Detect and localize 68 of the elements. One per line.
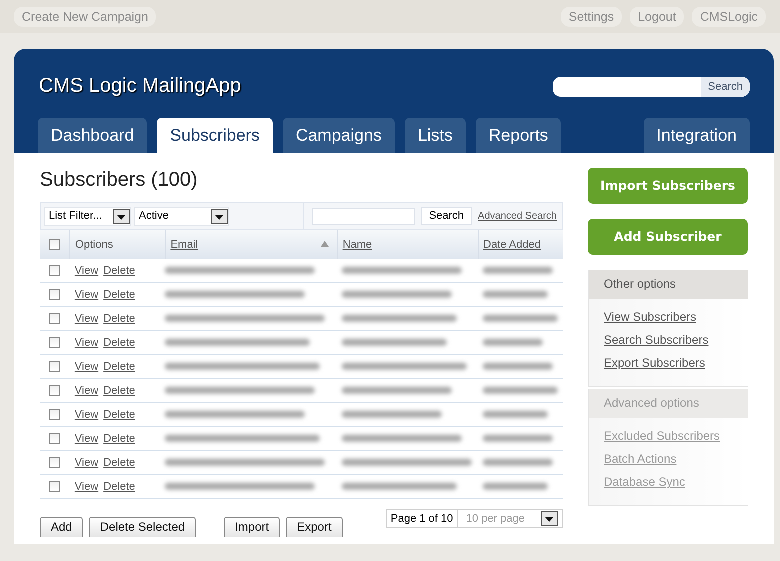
- blurred-text: [483, 339, 543, 346]
- row-action-link[interactable]: Delete: [104, 480, 136, 492]
- action-button[interactable]: Export: [286, 517, 343, 537]
- blurred-text: [483, 291, 548, 298]
- row-action-link[interactable]: View: [74, 456, 99, 468]
- search-field[interactable]: Search: [553, 76, 750, 96]
- nav-tab[interactable]: Subscribers: [157, 118, 273, 153]
- row-action-link[interactable]: Delete: [104, 288, 136, 300]
- panel-heading: Other options: [589, 270, 748, 299]
- row-action-link[interactable]: Delete: [104, 264, 136, 276]
- checkbox[interactable]: [49, 337, 60, 348]
- action-button[interactable]: Delete Selected: [89, 517, 196, 537]
- row-action-link[interactable]: View: [74, 408, 99, 420]
- column-header: Options: [75, 238, 114, 250]
- checkbox[interactable]: [49, 409, 60, 420]
- row-action-link[interactable]: Delete: [104, 336, 136, 348]
- row-action-link[interactable]: View: [74, 432, 99, 444]
- list-filter-dropdown[interactable]: List Filter...: [44, 206, 131, 226]
- row-action-link[interactable]: View: [74, 480, 99, 492]
- sidebar-link[interactable]: Search Subscribers: [604, 333, 733, 347]
- checkbox[interactable]: [49, 239, 60, 250]
- checkbox[interactable]: [49, 313, 60, 324]
- nav-tab[interactable]: Reports: [476, 118, 562, 153]
- sort-icon[interactable]: [320, 241, 329, 247]
- nav-tab[interactable]: Campaigns: [282, 118, 395, 153]
- advanced-search-link[interactable]: Advanced Search: [478, 210, 557, 222]
- row-action-link[interactable]: Delete: [104, 408, 136, 420]
- row-action-link[interactable]: Delete: [104, 360, 136, 372]
- row-action-link[interactable]: View: [74, 384, 99, 396]
- page-indicator: Page 1 of 10: [390, 512, 454, 524]
- row-action-link[interactable]: Delete: [104, 312, 136, 324]
- status-dropdown[interactable]: Active: [134, 206, 229, 226]
- search-button[interactable]: Search: [701, 76, 750, 96]
- panel-heading: Advanced options: [589, 389, 748, 418]
- app-title: CMS Logic MailingApp: [38, 75, 242, 98]
- sidebar-link[interactable]: View Subscribers: [604, 310, 733, 324]
- action-button[interactable]: Add: [40, 517, 84, 537]
- nav-tab[interactable]: Dashboard: [38, 118, 148, 153]
- row-action-link[interactable]: Delete: [104, 456, 136, 468]
- nav-tab[interactable]: Integration: [644, 118, 750, 153]
- row-action-link[interactable]: Delete: [104, 384, 136, 396]
- search-button[interactable]: Search: [421, 207, 472, 225]
- checkbox[interactable]: [49, 289, 60, 300]
- column-header[interactable]: Name: [342, 238, 372, 250]
- blurred-text: [483, 267, 553, 274]
- checkbox[interactable]: [49, 457, 60, 468]
- row-action-link[interactable]: View: [74, 360, 99, 372]
- row-action-link[interactable]: View: [74, 312, 99, 324]
- nav-tab[interactable]: Lists: [404, 118, 466, 153]
- action-button[interactable]: Import: [224, 517, 280, 537]
- row-action-link[interactable]: View: [74, 264, 99, 276]
- sidebar-link[interactable]: Export Subscribers: [604, 356, 733, 370]
- page-title: Subscribers (100): [40, 169, 199, 192]
- blurred-text: [483, 363, 553, 370]
- checkbox[interactable]: [49, 265, 60, 276]
- blurred-text: [483, 411, 548, 418]
- row-action-link[interactable]: View: [74, 336, 99, 348]
- row-action-link[interactable]: View: [74, 288, 99, 300]
- checkbox[interactable]: [49, 481, 60, 492]
- column-header[interactable]: Email: [170, 238, 198, 250]
- blurred-text: [483, 435, 553, 442]
- checkbox[interactable]: [49, 433, 60, 444]
- blurred-text: [483, 459, 553, 466]
- checkbox[interactable]: [49, 385, 60, 396]
- row-action-link[interactable]: Delete: [104, 432, 136, 444]
- blurred-text: [483, 483, 548, 490]
- search-field[interactable]: [312, 208, 416, 224]
- checkbox[interactable]: [49, 361, 60, 372]
